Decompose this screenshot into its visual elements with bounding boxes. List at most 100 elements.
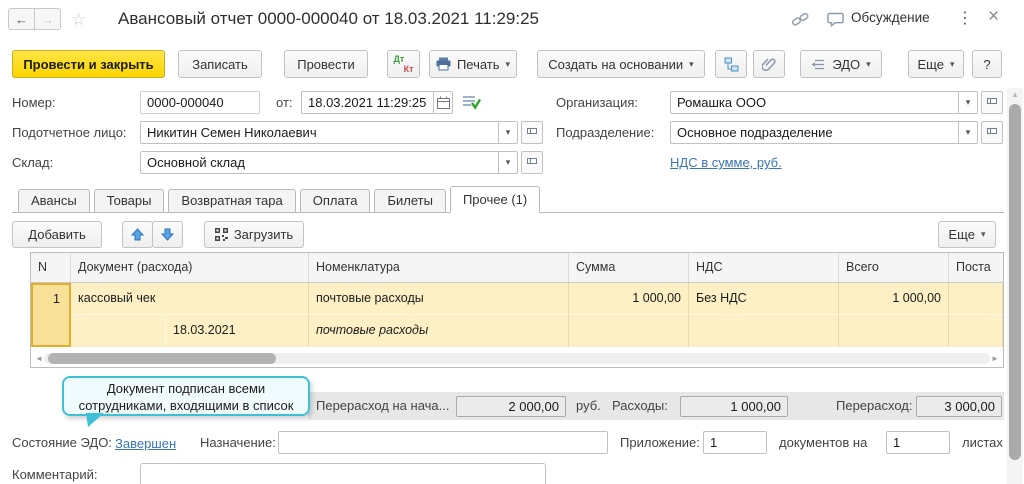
chevron-down-icon: ▾ xyxy=(506,158,511,167)
expenses-label: Расходы: xyxy=(612,392,668,420)
overspend-start-value: 2 000,00 xyxy=(456,396,566,417)
table-header: N Документ (расхода) Номенклатура Сумма … xyxy=(31,253,1003,283)
organization-combo: Ромашка ООО ▾ xyxy=(670,91,1003,114)
attachments-button[interactable] xyxy=(753,50,785,78)
more-button[interactable]: Еще ▾ xyxy=(908,50,964,78)
column-header-document[interactable]: Документ (расхода) xyxy=(71,253,309,282)
link-icon[interactable] xyxy=(791,11,810,28)
dt-kt-icon: Дт Кт xyxy=(394,54,414,74)
attachment-sheets-field[interactable]: 1 xyxy=(886,431,950,454)
move-row-down-button[interactable] xyxy=(152,221,183,248)
menu-kebab-icon[interactable]: ⋮ xyxy=(957,8,973,28)
department-open-button[interactable] xyxy=(981,121,1003,144)
warehouse-dropdown-button[interactable]: ▾ xyxy=(498,151,518,174)
accountable-person-label: Подотчетное лицо: xyxy=(12,121,127,145)
edo-button[interactable]: ЭДО ▾ xyxy=(800,50,882,78)
organization-dropdown-button[interactable]: ▾ xyxy=(958,91,978,114)
post-button[interactable]: Провести xyxy=(284,50,368,78)
page-title: Авансовый отчет 0000-000040 от 18.03.202… xyxy=(118,9,539,29)
tab-oplata[interactable]: Оплата xyxy=(300,189,371,212)
organization-field[interactable]: Ромашка ООО xyxy=(670,91,958,114)
chevron-down-icon: ▾ xyxy=(506,60,511,69)
cell-supplier[interactable] xyxy=(949,283,1003,314)
department-field[interactable]: Основное подразделение xyxy=(670,121,958,144)
currency-label: руб. xyxy=(576,392,601,420)
print-button[interactable]: Печать ▾ xyxy=(429,50,517,78)
cell-document[interactable]: кассовый чек xyxy=(71,283,309,314)
close-icon[interactable]: × xyxy=(988,6,999,28)
scrollbar-thumb[interactable] xyxy=(48,353,276,364)
cell-total[interactable]: 1 000,00 xyxy=(839,283,949,314)
vat-mode-link[interactable]: НДС в сумме, руб. xyxy=(670,155,782,170)
grid-more-button[interactable]: Еще ▾ xyxy=(938,221,996,248)
related-documents-button[interactable] xyxy=(715,50,747,78)
discussion-icon[interactable] xyxy=(827,12,845,27)
accountable-person-field[interactable]: Никитин Семен Николаевич xyxy=(140,121,498,144)
help-button[interactable]: ? xyxy=(972,50,1002,78)
save-button[interactable]: Записать xyxy=(178,50,262,78)
scrollbar-thumb[interactable] xyxy=(1009,104,1021,460)
organization-open-button[interactable] xyxy=(981,91,1003,114)
column-header-total[interactable]: Всего xyxy=(839,253,949,282)
warehouse-open-button[interactable] xyxy=(521,151,543,174)
scroll-up-icon[interactable]: ▲ xyxy=(1007,90,1023,99)
tab-tovary[interactable]: Товары xyxy=(94,189,165,212)
calendar-icon xyxy=(437,96,450,109)
cell-document-date[interactable]: 18.03.2021 xyxy=(166,315,308,347)
warehouse-field[interactable]: Основной склад xyxy=(140,151,498,174)
add-row-button[interactable]: Добавить xyxy=(12,221,102,248)
scroll-left-icon[interactable]: ◄ xyxy=(34,352,44,365)
tab-avansy[interactable]: Авансы xyxy=(18,189,90,212)
row-number-cell[interactable]: 1 xyxy=(31,283,71,347)
move-row-up-button[interactable] xyxy=(122,221,153,248)
person-open-button[interactable] xyxy=(521,121,543,144)
attachment-label: Приложение: xyxy=(620,431,700,455)
purpose-label: Назначение: xyxy=(200,431,276,455)
load-from-qr-button[interactable]: Загрузить xyxy=(204,221,304,248)
number-field[interactable]: 0000-000040 xyxy=(140,91,260,114)
cell-sum[interactable]: 1 000,00 xyxy=(569,283,689,314)
paperclip-icon xyxy=(762,57,776,72)
cell-nomenclature[interactable]: почтовые расходы xyxy=(309,283,569,314)
date-field[interactable]: 18.03.2021 11:29:25 xyxy=(301,91,433,114)
open-form-icon xyxy=(527,158,538,168)
tab-prochee[interactable]: Прочее (1) xyxy=(450,186,540,213)
edo-state-link[interactable]: Завершен xyxy=(115,436,176,451)
tooltip-tail xyxy=(86,413,104,427)
calendar-button[interactable] xyxy=(433,91,453,114)
tab-bilety[interactable]: Билеты xyxy=(374,189,445,212)
post-and-close-button[interactable]: Провести и закрыть xyxy=(12,50,165,78)
related-documents-icon xyxy=(724,57,739,72)
show-postings-button[interactable]: Дт Кт xyxy=(387,50,420,78)
column-header-supplier[interactable]: Поста xyxy=(949,253,1003,282)
column-header-n[interactable]: N xyxy=(31,253,71,282)
table-row[interactable]: 1 кассовый чек почтовые расходы 1 000,00… xyxy=(31,283,1003,347)
create-based-on-button[interactable]: Создать на основании ▾ xyxy=(537,50,705,78)
table-horizontal-scrollbar[interactable]: ◄ ► xyxy=(34,352,1000,365)
signature-tooltip: Документ подписан всеми сотрудниками, вх… xyxy=(62,376,310,416)
tab-bar: Авансы Товары Возвратная тара Оплата Бил… xyxy=(12,186,1004,213)
column-header-nomenclature[interactable]: Номенклатура xyxy=(309,253,569,282)
back-button[interactable]: ← xyxy=(8,8,35,30)
document-postings-check-icon[interactable] xyxy=(462,94,481,110)
column-header-vat[interactable]: НДС xyxy=(689,253,839,282)
page-vertical-scrollbar[interactable]: ▲ xyxy=(1007,88,1023,484)
person-dropdown-button[interactable]: ▾ xyxy=(498,121,518,144)
sheets-label: листах xyxy=(962,431,1003,455)
favorite-star-icon[interactable]: ☆ xyxy=(71,10,86,30)
expenses-value: 1 000,00 xyxy=(680,396,788,417)
cell-content[interactable]: почтовые расходы xyxy=(309,315,569,347)
forward-button[interactable]: → xyxy=(34,8,61,30)
forward-icon: → xyxy=(41,12,54,27)
cell-vat[interactable]: Без НДС xyxy=(689,283,839,314)
attachment-docs-field[interactable]: 1 xyxy=(703,431,767,454)
comment-field[interactable] xyxy=(140,463,546,484)
tab-vozvratnaya-tara[interactable]: Возвратная тара xyxy=(168,189,295,212)
column-header-sum[interactable]: Сумма xyxy=(569,253,689,282)
department-dropdown-button[interactable]: ▾ xyxy=(958,121,978,144)
overspend-start-label: Перерасход на нача... xyxy=(316,392,449,420)
docs-on-label: документов на xyxy=(779,431,867,455)
purpose-field[interactable] xyxy=(278,431,608,454)
discussion-label[interactable]: Обсуждение xyxy=(851,10,930,25)
scroll-right-icon[interactable]: ► xyxy=(990,352,1000,365)
